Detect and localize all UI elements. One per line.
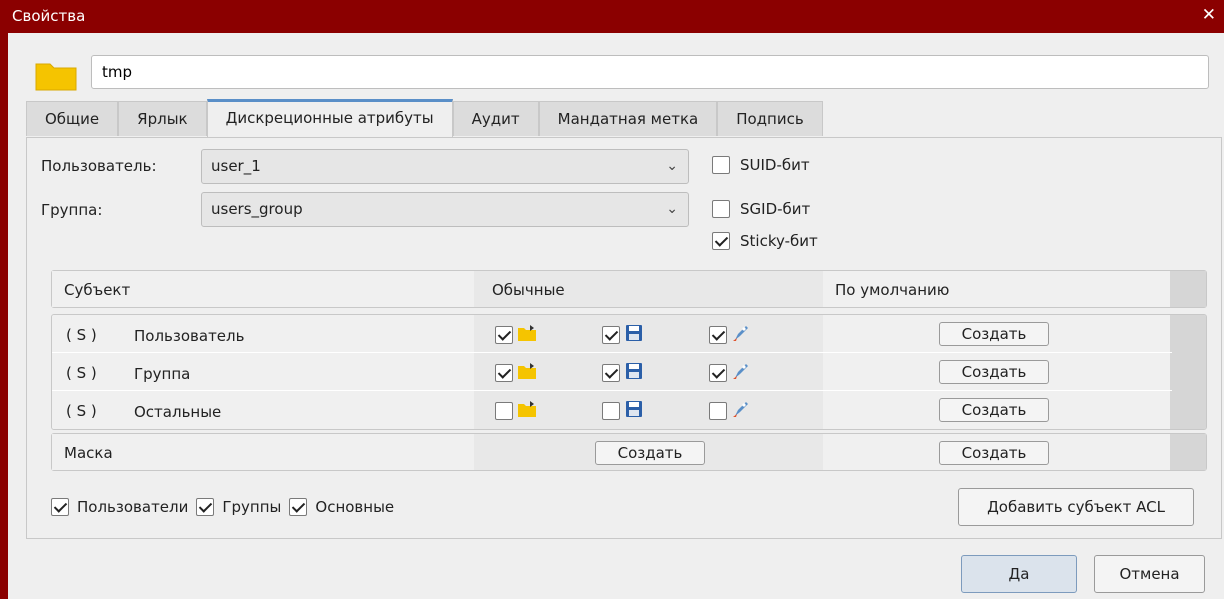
permission-write-checkbox[interactable] [602,326,620,344]
mask-subject-cell: Маска [52,434,474,470]
table-scrollbar[interactable] [1170,434,1206,470]
subject-name: Пользователь [134,327,245,345]
tab-general[interactable]: Общие [26,101,119,136]
filter-basic-label: Основные [315,498,395,516]
tab-bar: Общие Ярлык Дискреционные атрибуты Аудит… [26,99,823,137]
user-label: Пользователь: [41,157,157,175]
rocket-icon [731,362,751,384]
permission-write [602,362,644,384]
save-icon [624,400,644,422]
rocket-icon [731,400,751,422]
mask-row: Маска Создать Создать [51,433,1207,471]
sticky-checkbox[interactable] [712,232,730,250]
regular-header-label: Обычные [492,281,565,299]
acl-table-header: Субъект Обычные По умолчанию [51,270,1207,308]
permission-write-checkbox[interactable] [602,364,620,382]
permission-read-checkbox[interactable] [495,402,513,420]
create-default-button[interactable]: Создать [939,360,1049,384]
file-name-input[interactable] [91,55,1209,89]
chevron-down-icon: ⌄ [666,201,678,217]
permission-exec-checkbox[interactable] [709,402,727,420]
tab-shortcut[interactable]: Ярлык [118,101,207,136]
sgid-checkbox[interactable] [712,200,730,218]
permission-exec-checkbox[interactable] [709,364,727,382]
filter-users-label: Пользователи [77,498,189,516]
subject-type-tag: ( S ) [66,402,97,420]
permission-read [495,362,537,384]
permission-read-checkbox[interactable] [495,364,513,382]
permission-exec [709,400,751,422]
suid-label: SUID-бит [740,156,810,174]
tab-audit[interactable]: Аудит [452,101,539,136]
group-label: Группа: [41,201,103,219]
filter-groups-checkbox[interactable] [196,498,215,516]
mask-default-cell: Создать [823,434,1171,470]
discretionary-panel: Пользователь: user_1 ⌄ Группа: users_gro… [26,137,1222,539]
tab-signature[interactable]: Подпись [717,101,823,136]
chevron-down-icon: ⌄ [666,158,678,174]
sgid-label: SGID-бит [740,200,811,218]
permission-write [602,400,644,422]
folder-icon [517,324,537,346]
mask-create-default-button[interactable]: Создать [939,441,1049,465]
user-combobox[interactable]: user_1 ⌄ [201,149,689,184]
cancel-button[interactable]: Отмена [1094,555,1205,593]
tab-discretionary[interactable]: Дискреционные атрибуты [206,99,453,137]
mask-create-regular-button[interactable]: Создать [595,441,705,465]
table-scrollbar[interactable] [1170,271,1206,307]
user-value: user_1 [211,157,261,175]
subject-type-tag: ( S ) [66,364,97,382]
subject-name: Группа [134,365,191,383]
tab-mandatory-label[interactable]: Мандатная метка [538,101,718,136]
permission-read [495,400,537,422]
save-icon [624,362,644,384]
create-default-button[interactable]: Создать [939,398,1049,422]
rocket-icon [731,324,751,346]
sgid-checkbox-row[interactable]: SGID-бит [712,200,810,218]
subject-name: Остальные [134,403,222,421]
permission-read [495,324,537,346]
default-header-label: По умолчанию [835,281,950,299]
sticky-checkbox-row[interactable]: Sticky-бит [712,232,818,250]
permission-write-checkbox[interactable] [602,402,620,420]
save-icon [624,324,644,346]
permission-exec-checkbox[interactable] [709,326,727,344]
table-row[interactable]: ( S ) Пользователь Создать [52,315,1172,353]
create-default-button[interactable]: Создать [939,322,1049,346]
filter-groups-label: Группы [222,498,282,516]
suid-checkbox[interactable] [712,156,730,174]
permission-read-checkbox[interactable] [495,326,513,344]
filter-checkboxes: Пользователи Группы Основные [51,498,394,516]
permission-exec [709,324,751,346]
subject-column-header[interactable]: Субъект [52,271,474,307]
sticky-label: Sticky-бит [740,232,818,250]
folder-icon [35,63,77,91]
window-title: Свойства [12,7,86,25]
permission-write [602,324,644,346]
filter-basic-checkbox[interactable] [289,498,308,516]
subject-type-tag: ( S ) [66,326,97,344]
group-combobox[interactable]: users_group ⌄ [201,192,689,227]
acl-table-body: ( S ) Пользователь Создать ( S ) Группа Созда… [51,314,1207,430]
group-value: users_group [211,200,303,218]
table-row[interactable]: ( S ) Группа Создать [52,353,1172,391]
add-acl-subject-button[interactable]: Добавить субъект ACL [958,488,1194,526]
title-bar[interactable]: Свойства ✕ [0,0,1224,33]
properties-window: Свойства ✕ Общие Ярлык Дискреционные атр… [0,0,1224,599]
close-icon[interactable]: ✕ [1202,5,1216,25]
folder-icon [517,400,537,422]
subject-header-label: Субъект [64,281,131,299]
ok-button[interactable]: Да [961,555,1077,593]
default-column-header[interactable]: По умолчанию [823,271,1171,307]
table-row[interactable]: ( S ) Остальные Создать [52,391,1172,429]
table-scrollbar[interactable] [1170,315,1206,429]
folder-icon [517,362,537,384]
mask-label: Маска [64,444,113,462]
permission-exec [709,362,751,384]
filter-users-checkbox[interactable] [51,498,69,516]
suid-checkbox-row[interactable]: SUID-бит [712,156,810,174]
